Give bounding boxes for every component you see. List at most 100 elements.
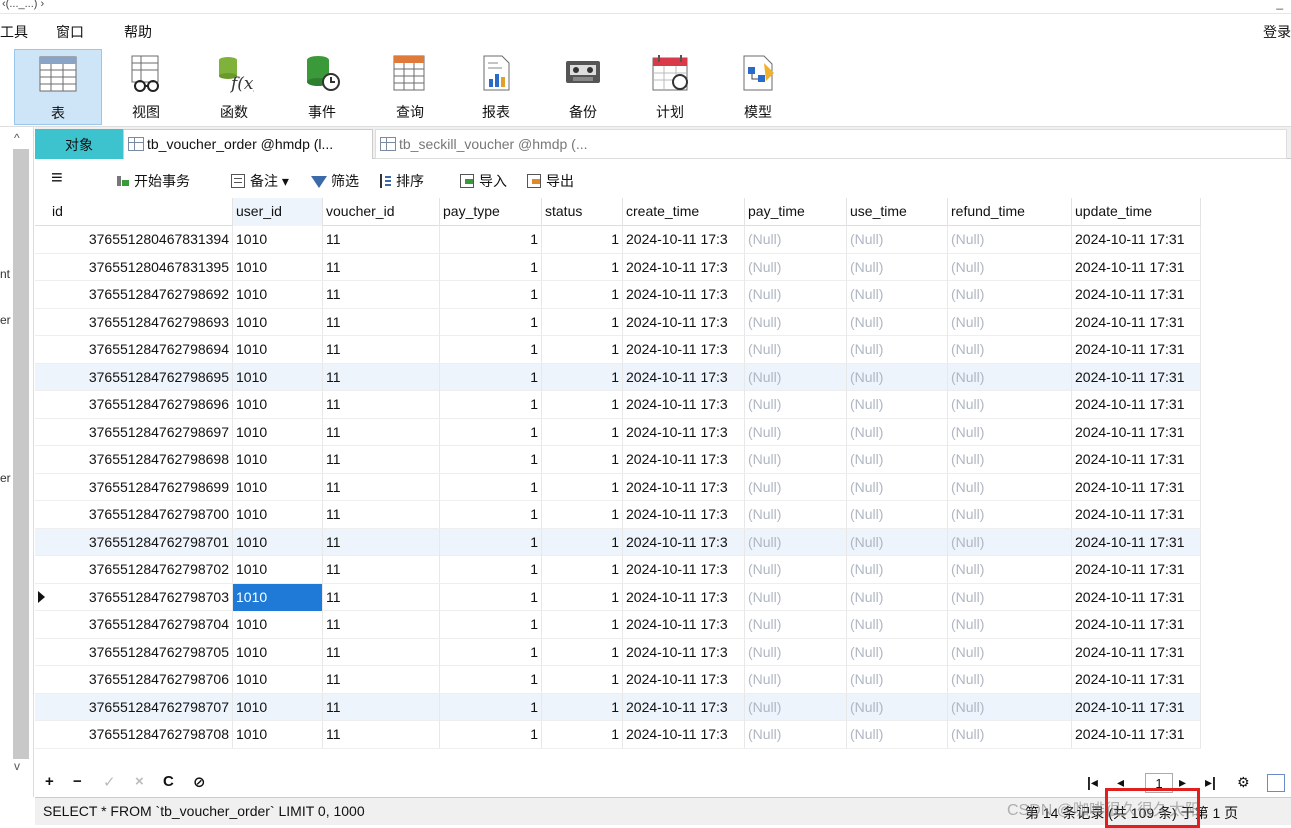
navigator-item[interactable]: er — [0, 471, 11, 485]
column-header-user-id[interactable]: user_id — [233, 198, 323, 226]
cell-user-id[interactable]: 1010 — [233, 528, 323, 556]
cell-user-id[interactable]: 1010 — [233, 253, 323, 281]
cell-id[interactable]: 376551284762798702 — [35, 556, 233, 583]
cell-pay-time[interactable]: (Null) — [745, 281, 847, 308]
cell-create-time[interactable]: 2024-10-11 17:3 — [623, 391, 745, 418]
table-row[interactable]: 376551284762798708 1010 11 1 1 2024-10-11 17:… — [35, 721, 1201, 749]
ribbon-backup-button[interactable]: 备份 — [539, 49, 627, 125]
cell-user-id[interactable]: 1010 — [233, 666, 323, 693]
cell-create-time[interactable]: 2024-10-11 17:3 — [623, 693, 745, 721]
cell-use-time[interactable]: (Null) — [847, 528, 948, 556]
cell-status[interactable]: 1 — [542, 336, 623, 363]
begin-transaction-button[interactable]: 开始事务 — [115, 171, 190, 191]
cell-update-time[interactable]: 2024-10-11 17:31 — [1072, 226, 1201, 253]
cell-use-time[interactable]: (Null) — [847, 638, 948, 666]
cell-refund-time[interactable]: (Null) — [948, 666, 1072, 693]
column-header-voucher-id[interactable]: voucher_id — [323, 198, 440, 226]
menu-icon[interactable]: ≡ — [51, 167, 63, 190]
cell-status[interactable]: 1 — [542, 693, 623, 721]
cell-create-time[interactable]: 2024-10-11 17:3 — [623, 253, 745, 281]
cell-update-time[interactable]: 2024-10-11 17:31 — [1072, 693, 1201, 721]
cell-refund-time[interactable]: (Null) — [948, 391, 1072, 418]
cell-use-time[interactable]: (Null) — [847, 611, 948, 638]
cell-voucher-id[interactable]: 11 — [323, 583, 440, 611]
cell-voucher-id[interactable]: 11 — [323, 446, 440, 473]
table-row[interactable]: 376551284762798693 1010 11 1 1 2024-10-11 17:… — [35, 308, 1201, 336]
cell-pay-time[interactable]: (Null) — [745, 391, 847, 418]
table-row[interactable]: 376551284762798701 1010 11 1 1 2024-10-11 17:… — [35, 528, 1201, 556]
column-header-create-time[interactable]: create_time — [623, 198, 745, 226]
cell-pay-time[interactable]: (Null) — [745, 528, 847, 556]
cell-use-time[interactable]: (Null) — [847, 308, 948, 336]
cell-status[interactable]: 1 — [542, 611, 623, 638]
cell-pay-type[interactable]: 1 — [440, 226, 542, 253]
tab-objects[interactable]: 对象 — [35, 129, 123, 159]
ribbon-report-button[interactable]: 报表 — [452, 49, 540, 125]
ribbon-event-button[interactable]: 事件 — [278, 49, 366, 125]
cell-status[interactable]: 1 — [542, 721, 623, 748]
cell-status[interactable]: 1 — [542, 528, 623, 556]
cell-user-id[interactable]: 1010 — [233, 418, 323, 446]
cell-pay-time[interactable]: (Null) — [745, 721, 847, 748]
cell-user-id[interactable]: 1010 — [233, 281, 323, 308]
cell-pay-time[interactable]: (Null) — [745, 638, 847, 666]
cell-create-time[interactable]: 2024-10-11 17:3 — [623, 611, 745, 638]
cell-pay-type[interactable]: 1 — [440, 446, 542, 473]
cell-status[interactable]: 1 — [542, 583, 623, 611]
cell-status[interactable]: 1 — [542, 556, 623, 583]
cell-id[interactable]: 376551284762798707 — [35, 693, 233, 721]
cell-use-time[interactable]: (Null) — [847, 501, 948, 528]
column-header-pay-time[interactable]: pay_time — [745, 198, 847, 226]
cell-refund-time[interactable]: (Null) — [948, 446, 1072, 473]
cell-id[interactable]: 376551284762798697 — [35, 418, 233, 446]
cell-pay-time[interactable]: (Null) — [745, 583, 847, 611]
cell-pay-type[interactable]: 1 — [440, 583, 542, 611]
cell-id[interactable]: 376551284762798699 — [35, 473, 233, 501]
cell-create-time[interactable]: 2024-10-11 17:3 — [623, 638, 745, 666]
scroll-up-icon[interactable]: ^ — [14, 131, 20, 145]
cell-create-time[interactable]: 2024-10-11 17:3 — [623, 446, 745, 473]
cell-use-time[interactable]: (Null) — [847, 693, 948, 721]
cell-pay-time[interactable]: (Null) — [745, 446, 847, 473]
cell-pay-type[interactable]: 1 — [440, 253, 542, 281]
table-row[interactable]: 376551284762798699 1010 11 1 1 2024-10-11 17:… — [35, 473, 1201, 501]
ribbon-model-button[interactable]: 模型 — [714, 49, 802, 125]
cell-status[interactable]: 1 — [542, 363, 623, 391]
cell-update-time[interactable]: 2024-10-11 17:31 — [1072, 308, 1201, 336]
cell-create-time[interactable]: 2024-10-11 17:3 — [623, 418, 745, 446]
cell-pay-type[interactable]: 1 — [440, 666, 542, 693]
cell-id[interactable]: 376551280467831394 — [35, 226, 233, 253]
cell-user-id[interactable]: 1010 — [233, 721, 323, 748]
cell-refund-time[interactable]: (Null) — [948, 226, 1072, 253]
cell-pay-time[interactable]: (Null) — [745, 666, 847, 693]
cell-user-id[interactable]: 1010 — [233, 473, 323, 501]
cell-update-time[interactable]: 2024-10-11 17:31 — [1072, 528, 1201, 556]
cell-pay-time[interactable]: (Null) — [745, 363, 847, 391]
comment-button[interactable]: 备注 ▾ — [231, 171, 289, 191]
cell-update-time[interactable]: 2024-10-11 17:31 — [1072, 473, 1201, 501]
export-button[interactable]: 导出 — [527, 171, 574, 191]
table-row[interactable]: 376551284762798692 1010 11 1 1 2024-10-11 17:… — [35, 281, 1201, 309]
cell-use-time[interactable]: (Null) — [847, 721, 948, 748]
table-row[interactable]: 376551284762798706 1010 11 1 1 2024-10-11 17:… — [35, 666, 1201, 694]
cell-refund-time[interactable]: (Null) — [948, 583, 1072, 611]
cell-id[interactable]: 376551284762798700 — [35, 501, 233, 528]
cell-user-id[interactable]: 1010 — [233, 583, 323, 611]
cell-refund-time[interactable]: (Null) — [948, 281, 1072, 308]
cell-status[interactable]: 1 — [542, 391, 623, 418]
cell-pay-type[interactable]: 1 — [440, 336, 542, 363]
cell-pay-time[interactable]: (Null) — [745, 253, 847, 281]
cell-status[interactable]: 1 — [542, 666, 623, 693]
table-row[interactable]: 376551284762798697 1010 11 1 1 2024-10-11 17:… — [35, 418, 1201, 446]
cell-pay-time[interactable]: (Null) — [745, 226, 847, 253]
sort-button[interactable]: 排序 — [377, 171, 424, 191]
cell-update-time[interactable]: 2024-10-11 17:31 — [1072, 611, 1201, 638]
cell-create-time[interactable]: 2024-10-11 17:3 — [623, 308, 745, 336]
cell-voucher-id[interactable]: 11 — [323, 391, 440, 418]
cell-user-id[interactable]: 1010 — [233, 446, 323, 473]
cell-create-time[interactable]: 2024-10-11 17:3 — [623, 501, 745, 528]
cell-id[interactable]: 376551284762798705 — [35, 638, 233, 666]
cell-voucher-id[interactable]: 11 — [323, 336, 440, 363]
cell-id[interactable]: 376551284762798693 — [35, 308, 233, 336]
ribbon-query-button[interactable]: 查询 — [366, 49, 454, 125]
